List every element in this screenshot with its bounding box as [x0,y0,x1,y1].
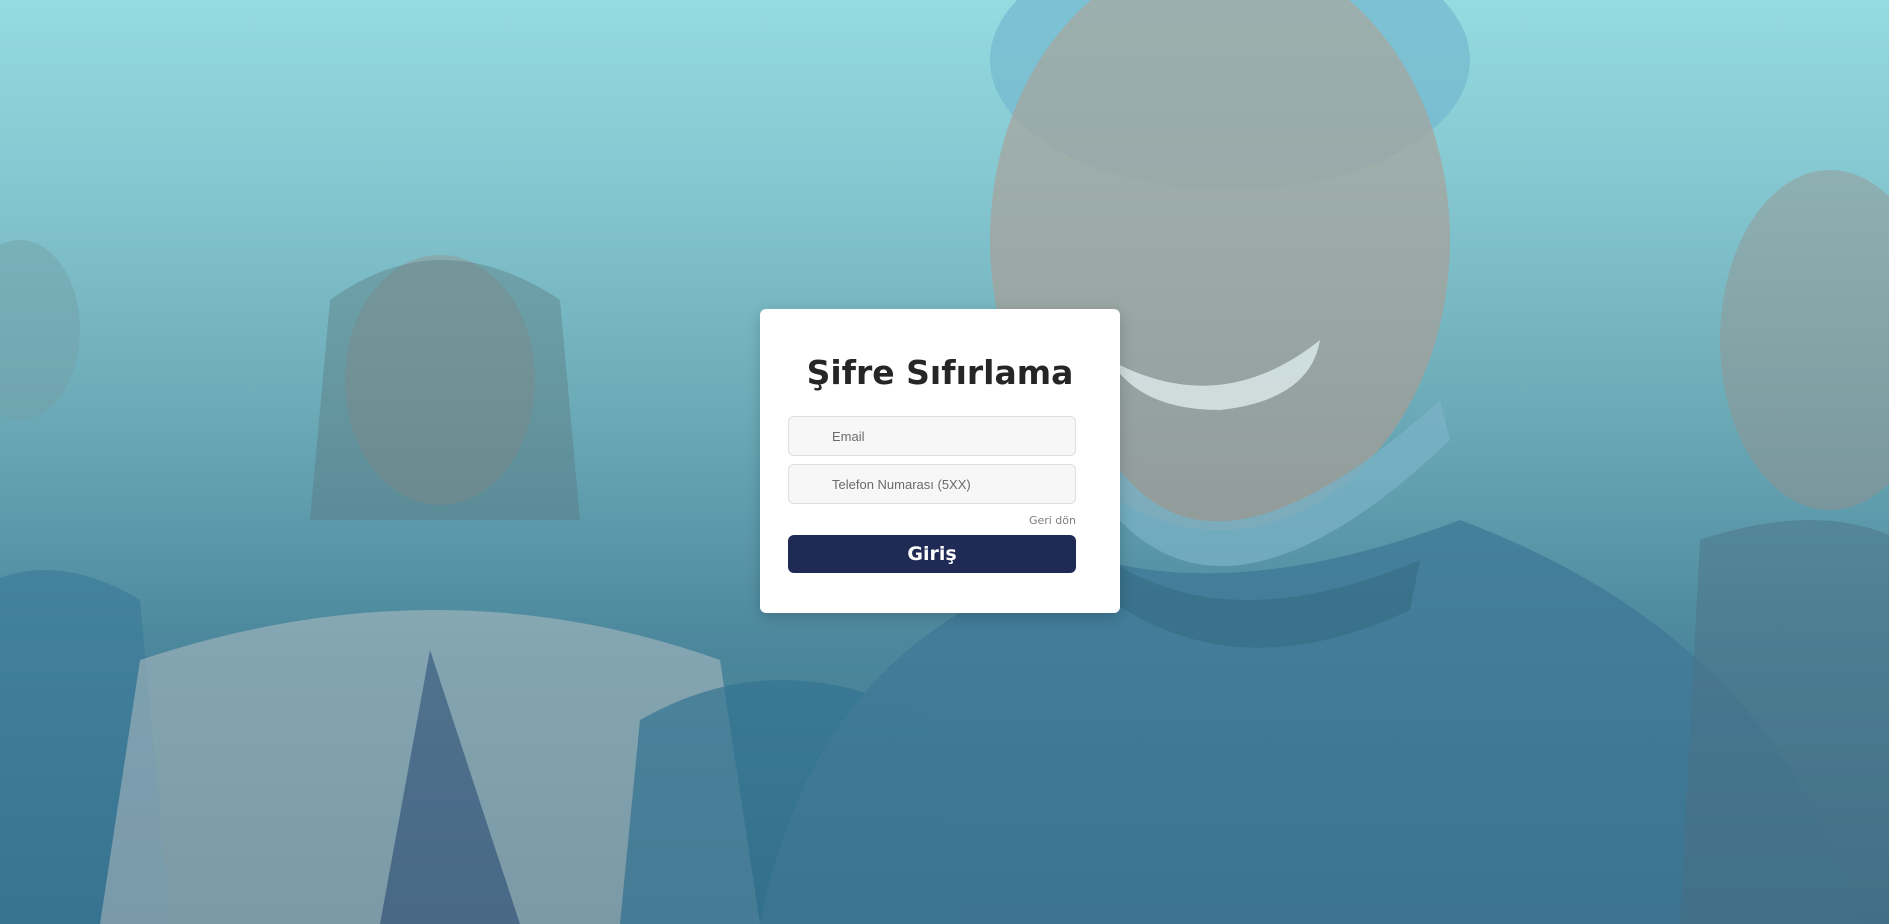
phone-number-field[interactable] [788,464,1076,504]
password-reset-card: Şifre Sıfırlama Geri dön Giriş [760,309,1120,613]
page-title: Şifre Sıfırlama [806,353,1074,392]
submit-button[interactable]: Giriş [788,535,1076,573]
back-link[interactable]: Geri dön [1029,514,1076,527]
email-field[interactable] [788,416,1076,456]
